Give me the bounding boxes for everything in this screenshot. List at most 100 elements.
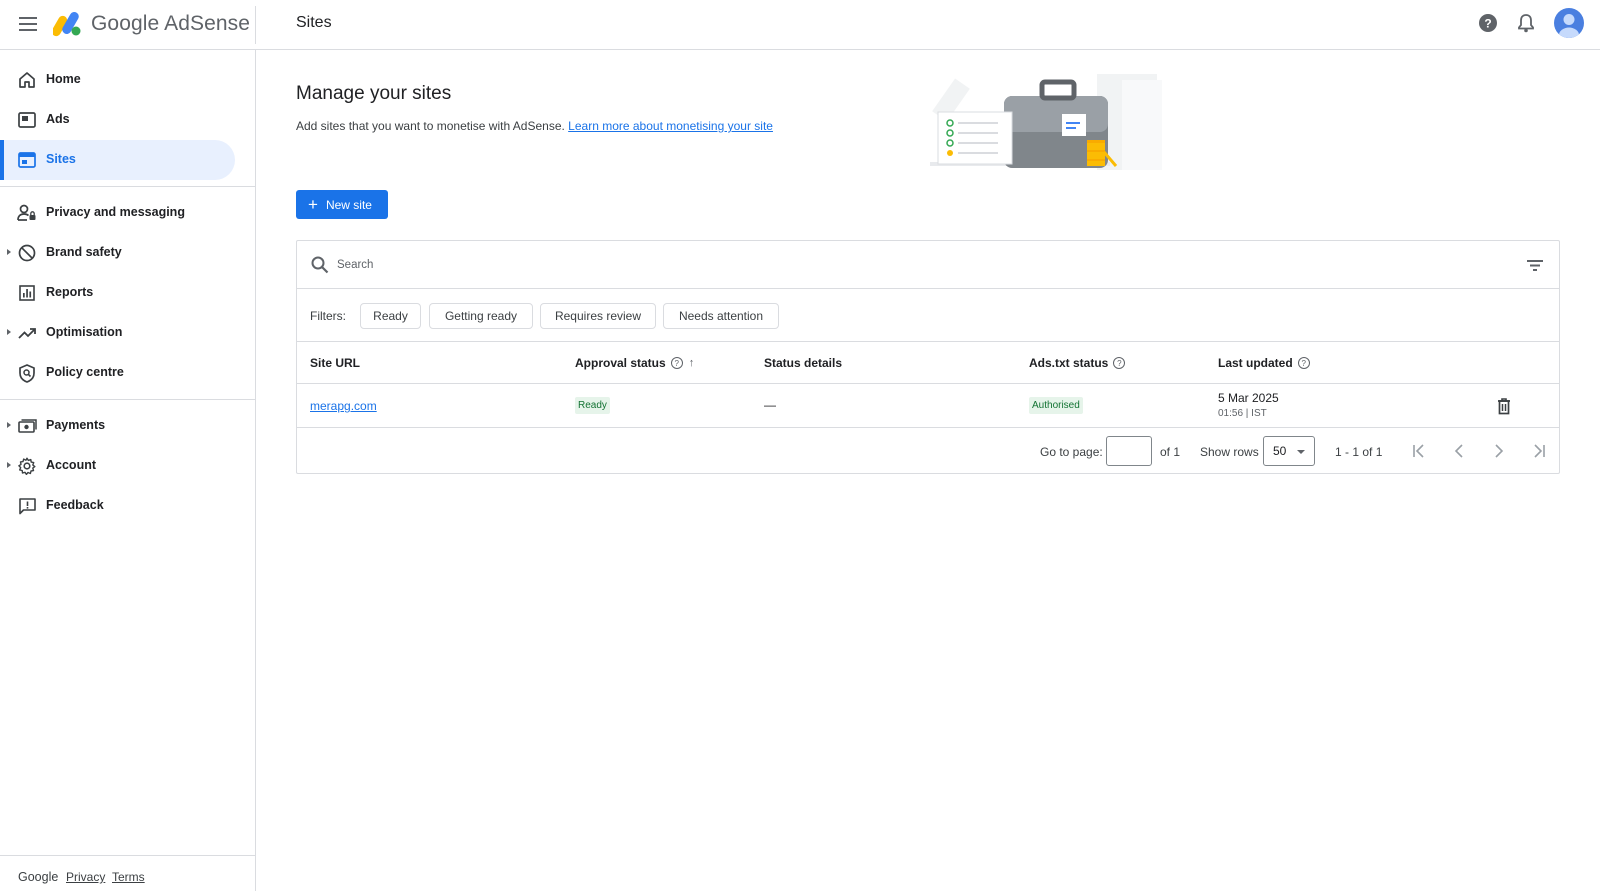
dropdown-arrow-icon	[1297, 450, 1305, 454]
next-page-icon[interactable]	[1489, 441, 1509, 461]
page-heading: Sites	[296, 14, 332, 31]
privacy-link[interactable]: Privacy	[66, 870, 105, 884]
expand-caret-icon[interactable]	[7, 462, 11, 468]
sidebar-item-feedback[interactable]: Feedback	[0, 486, 235, 526]
filters-bar: Filters: Ready Getting ready Requires re…	[297, 289, 1559, 342]
rows-per-page-value: 50	[1273, 444, 1287, 458]
column-header-label: Approval status	[575, 356, 666, 370]
topbar-divider	[255, 6, 256, 44]
help-icon[interactable]: ?	[1474, 9, 1502, 37]
ads-icon	[17, 110, 37, 130]
column-header-status-details[interactable]: Status details	[764, 356, 842, 370]
table-row: merapg.com Ready — Authorised 5 Mar 2025…	[297, 384, 1559, 428]
search-bar	[297, 241, 1559, 289]
of-pages-text: of 1	[1160, 445, 1181, 459]
filter-chip-getting-ready[interactable]: Getting ready	[429, 303, 533, 329]
sidebar-item-label: Account	[46, 458, 96, 472]
search-input[interactable]	[337, 255, 1487, 275]
page-title: Manage your sites	[296, 83, 452, 104]
home-icon	[17, 70, 37, 90]
sidebar-item-label: Payments	[46, 418, 106, 432]
adsense-logo[interactable]: Google AdSense	[53, 9, 250, 39]
feedback-icon	[17, 496, 37, 516]
sidebar-item-policy-centre[interactable]: Policy centre	[0, 353, 235, 393]
last-updated-time: 01:56 | IST	[1218, 408, 1267, 419]
learn-more-link[interactable]: Learn more about monetising your site	[568, 119, 773, 133]
go-to-page-input[interactable]	[1106, 436, 1152, 466]
column-header-ads-txt-status[interactable]: Ads.txt status ?	[1029, 356, 1126, 370]
column-header-label: Last updated	[1218, 356, 1293, 370]
sites-table-card: Filters: Ready Getting ready Requires re…	[296, 240, 1560, 474]
sidebar-item-account[interactable]: Account	[0, 446, 235, 486]
adsense-logo-icon	[53, 12, 81, 37]
site-url-link[interactable]: merapg.com	[310, 399, 377, 413]
plus-icon: +	[308, 195, 318, 214]
last-updated-date: 5 Mar 2025	[1218, 391, 1279, 405]
help-icon[interactable]: ?	[1113, 357, 1126, 369]
page-description: Add sites that you want to monetise with…	[296, 119, 773, 133]
terms-link[interactable]: Terms	[112, 870, 145, 884]
sidebar-divider	[0, 186, 255, 187]
sidebar-item-home[interactable]: Home	[0, 60, 235, 100]
sidebar-item-label: Reports	[46, 285, 94, 299]
previous-page-icon[interactable]	[1449, 441, 1469, 461]
filter-list-icon[interactable]	[1525, 255, 1545, 275]
sidebar-item-ads[interactable]: Ads	[0, 100, 235, 140]
filter-chip-requires-review[interactable]: Requires review	[540, 303, 656, 329]
search-icon	[311, 256, 329, 274]
notifications-icon[interactable]	[1512, 9, 1540, 37]
payments-icon	[17, 416, 37, 436]
privacy-icon	[17, 203, 37, 223]
svg-text:?: ?	[1484, 17, 1491, 31]
last-page-icon[interactable]	[1529, 441, 1549, 461]
sort-arrow-up-icon[interactable]: ↑	[689, 357, 695, 369]
last-updated-cell: 5 Mar 2025 01:56 | IST	[1218, 391, 1279, 419]
expand-caret-icon[interactable]	[7, 249, 11, 255]
block-icon	[17, 243, 37, 263]
sidebar-item-reports[interactable]: Reports	[0, 273, 235, 313]
filter-chip-ready[interactable]: Ready	[360, 303, 421, 329]
sites-illustration	[930, 74, 1162, 170]
sidebar-item-optimisation[interactable]: Optimisation	[0, 313, 235, 353]
go-to-page-label: Go to page:	[1040, 445, 1103, 459]
column-header-label: Site URL	[310, 356, 361, 370]
new-site-button[interactable]: + New site	[296, 190, 388, 219]
pagination-bar: Go to page: of 1 Show rows 50 1 - 1 of 1	[297, 428, 1559, 474]
ads-txt-status-badge: Authorised	[1029, 397, 1083, 414]
sidebar-item-privacy-and-messaging[interactable]: Privacy and messaging	[0, 193, 235, 233]
column-header-approval-status[interactable]: Approval status ? ↑	[575, 356, 694, 370]
avatar[interactable]	[1554, 8, 1584, 38]
sidebar-item-label: Policy centre	[46, 365, 124, 379]
menu-icon[interactable]	[16, 12, 40, 36]
logo-product-text: AdSense	[164, 12, 251, 35]
sidebar-item-label: Home	[46, 72, 81, 86]
delete-icon[interactable]	[1495, 397, 1513, 415]
sidebar-item-label: Ads	[46, 112, 70, 126]
page-range-text: 1 - 1 of 1	[1335, 445, 1383, 459]
sidebar-item-payments[interactable]: Payments	[0, 406, 235, 446]
column-header-label: Ads.txt status	[1029, 356, 1109, 370]
show-rows-label: Show rows	[1200, 445, 1259, 459]
filter-chip-needs-attention[interactable]: Needs attention	[663, 303, 779, 329]
column-header-last-updated[interactable]: Last updated ?	[1218, 356, 1310, 370]
expand-caret-icon[interactable]	[7, 422, 11, 428]
reports-icon	[17, 283, 37, 303]
sidebar-item-brand-safety[interactable]: Brand safety	[0, 233, 235, 273]
approval-status-badge: Ready	[575, 397, 610, 414]
column-header-site-url[interactable]: Site URL	[310, 356, 360, 370]
sidebar-item-label: Feedback	[46, 498, 104, 512]
help-icon[interactable]: ?	[670, 357, 683, 369]
top-app-bar: Google AdSense Sites ?	[0, 0, 1600, 50]
expand-caret-icon[interactable]	[7, 329, 11, 335]
rows-per-page-select[interactable]: 50	[1263, 436, 1315, 466]
logo-google-text: Google	[91, 12, 160, 35]
status-details-text: —	[764, 398, 776, 412]
sidebar-footer: Google Privacy Terms	[0, 855, 255, 891]
sidebar-item-sites[interactable]: Sites	[0, 140, 235, 180]
sidebar-divider	[0, 399, 255, 400]
footer-google-text: Google	[18, 870, 59, 884]
new-site-label: New site	[325, 197, 372, 212]
help-icon[interactable]: ?	[1297, 357, 1310, 369]
first-page-icon[interactable]	[1409, 441, 1429, 461]
sidebar-item-label: Privacy and messaging	[46, 205, 185, 219]
